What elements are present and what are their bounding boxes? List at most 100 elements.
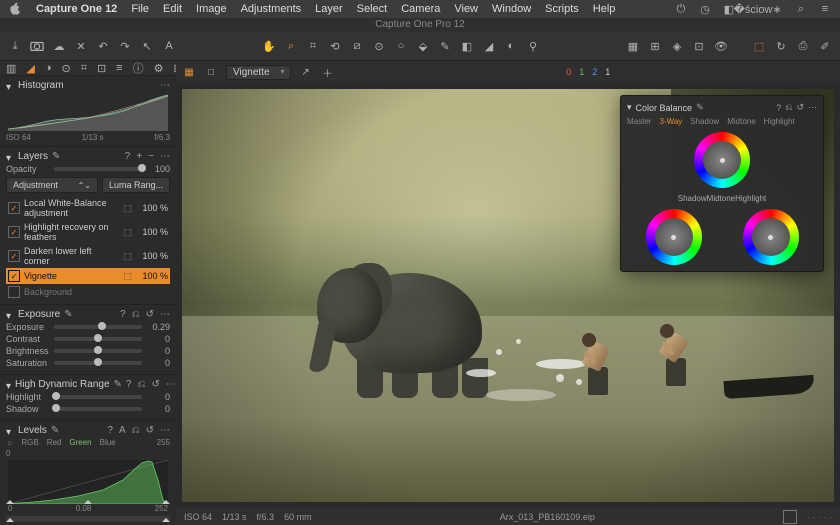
clock-icon[interactable]: ◷ — [698, 2, 712, 16]
panel-copy-icon[interactable]: ⎌ — [132, 425, 140, 436]
panel-auto-icon[interactable]: A — [119, 425, 126, 436]
panel-reset-icon[interactable]: ↺ — [796, 102, 804, 113]
keystone-icon[interactable]: ⧄ — [350, 39, 364, 53]
panel-menu-icon[interactable]: ⋯ — [808, 102, 817, 113]
power-icon[interactable]: ⏻ — [674, 2, 688, 16]
levels-graph[interactable] — [6, 460, 170, 504]
gradient-icon[interactable]: ◢ — [482, 39, 496, 53]
panel-menu-icon[interactable]: ⋯ — [166, 379, 176, 390]
details-tab-icon[interactable]: ⊡ — [97, 61, 106, 75]
levels-tab-red[interactable]: Red — [47, 438, 62, 447]
redo-icon[interactable]: ↷ — [118, 39, 132, 53]
grid2-icon[interactable]: ⊞ — [648, 39, 662, 53]
menu-select[interactable]: Select — [357, 3, 388, 15]
cb-wheel-highlight[interactable] — [743, 209, 799, 265]
panel-help-icon[interactable]: ? — [120, 309, 126, 320]
levels-ch-icon[interactable]: ☼ — [6, 438, 13, 447]
cursor-icon[interactable]: ↖ — [140, 39, 154, 53]
chevron-down-icon[interactable]: ▾ — [6, 381, 11, 389]
panel-menu-icon[interactable]: ⋯ — [160, 151, 170, 162]
pan-icon[interactable]: ✋ — [262, 39, 276, 53]
menu-adjustments[interactable]: Adjustments — [241, 3, 302, 15]
panel-help-icon[interactable]: ? — [126, 379, 132, 390]
exposure-slider[interactable] — [54, 325, 142, 329]
output-tab-icon[interactable]: ⚙ — [154, 61, 164, 75]
panel-reset-icon[interactable]: ↺ — [146, 309, 154, 320]
zoom-icon[interactable]: ⌕ — [284, 39, 298, 53]
menu-window[interactable]: Window — [492, 3, 531, 15]
layer-item[interactable]: Background — [6, 284, 170, 300]
chevron-down-icon[interactable]: ▾ — [627, 102, 632, 113]
export-icon[interactable]: ⬚ — [752, 39, 766, 53]
panel-copy-icon[interactable]: ⎌ — [132, 309, 140, 320]
layer-mask-icon[interactable]: ⬚ — [123, 227, 132, 238]
status-rating[interactable]: · · · · · — [807, 512, 832, 522]
panel-reset-icon[interactable]: ↺ — [151, 379, 159, 390]
brightness-slider[interactable] — [54, 349, 142, 353]
menu-image[interactable]: Image — [196, 3, 227, 15]
contrast-slider[interactable] — [54, 337, 142, 341]
layer-mask-icon[interactable]: ⬚ — [123, 271, 132, 282]
print-icon[interactable]: ⎙ — [796, 39, 810, 53]
panel-copy-icon[interactable]: ⎌ — [785, 102, 792, 113]
saturation-value[interactable]: 0 — [146, 358, 170, 368]
levels-out-mid[interactable]: 0.08 — [76, 504, 92, 513]
brightness-value[interactable]: 0 — [146, 346, 170, 356]
circle-icon[interactable]: ○ — [394, 39, 408, 53]
eraser-icon[interactable]: ◧ — [460, 39, 474, 53]
mask-brush-icon[interactable]: ⬙ — [416, 39, 430, 53]
cb-wheel-shadow[interactable] — [646, 209, 702, 265]
bluetooth-icon[interactable]: ∗ — [770, 2, 784, 16]
radial-icon[interactable]: ◐ — [504, 39, 518, 53]
layer-mask-icon[interactable]: ⬚ — [123, 251, 132, 262]
menu-view[interactable]: View — [454, 3, 478, 15]
camera-icon[interactable] — [30, 39, 44, 53]
layer-item[interactable]: Darken lower left corner⬚100 % — [6, 244, 170, 268]
layer-mask-icon[interactable]: ⬚ — [123, 203, 132, 214]
cb-tab-midtone[interactable]: Midtone — [727, 117, 755, 126]
app-name[interactable]: Capture One 12 — [36, 3, 117, 15]
crop-icon[interactable]: ⌗ — [306, 39, 320, 53]
cb-tab-shadow[interactable]: Shadow — [690, 117, 719, 126]
opacity-slider[interactable] — [54, 167, 142, 171]
layer-item[interactable]: Local White-Balance adjustment⬚100 % — [6, 196, 170, 220]
status-color-tag[interactable] — [783, 510, 797, 524]
cb-tab-3way[interactable]: 3-Way — [659, 117, 682, 126]
layer-type-select[interactable]: Adjustment⌃⌄ — [6, 177, 98, 193]
cloud-icon[interactable]: ☁ — [52, 39, 66, 53]
library-tab-icon[interactable]: ▥ — [6, 61, 16, 75]
panel-help-icon[interactable]: ? — [776, 103, 781, 113]
cb-tab-highlight[interactable]: Highlight — [764, 117, 795, 126]
undo-icon[interactable]: ↶ — [96, 39, 110, 53]
picker-icon[interactable]: ⚲ — [526, 39, 540, 53]
edit-icon[interactable]: ✐ — [818, 39, 832, 53]
layer-checkbox[interactable] — [8, 286, 20, 298]
color-tab-icon[interactable]: ◑ — [45, 61, 52, 75]
viewer-add-icon[interactable]: ＋ — [321, 65, 335, 79]
crop-tab-icon[interactable]: ⌗ — [81, 61, 87, 75]
exposure-tab-icon[interactable]: ◢ — [26, 61, 34, 75]
levels-tab-rgb[interactable]: RGB — [21, 438, 38, 447]
spot-icon[interactable]: ⊙ — [372, 39, 386, 53]
menu-edit[interactable]: Edit — [163, 3, 182, 15]
viewer-single-icon[interactable]: □ — [204, 65, 218, 79]
panel-help-icon[interactable]: ? — [107, 425, 113, 436]
shadow-value[interactable]: 0 — [146, 404, 170, 414]
search-icon[interactable]: ⌕ — [794, 2, 808, 16]
panel-reset-icon[interactable]: ↺ — [146, 425, 154, 436]
proof-icon[interactable]: 👁 — [714, 39, 728, 53]
layer-checkbox[interactable] — [8, 226, 20, 238]
menu-extra-icon[interactable]: ≡ — [818, 2, 832, 16]
menu-layer[interactable]: Layer — [315, 3, 343, 15]
opacity-value[interactable]: 100 — [146, 164, 170, 174]
panel-menu-icon[interactable]: ⋯ — [160, 80, 170, 91]
clipping-icon[interactable]: ◈ — [670, 39, 684, 53]
rotate-icon[interactable]: ⟲ — [328, 39, 342, 53]
layer-item[interactable]: Highlight recovery on feathers⬚100 % — [6, 220, 170, 244]
viewer-arrow-icon[interactable]: ↗ — [299, 65, 313, 79]
layer-dropdown[interactable]: Vignette — [226, 65, 291, 80]
viewer-grid-icon[interactable]: ▦ — [182, 65, 196, 79]
menu-help[interactable]: Help — [593, 3, 616, 15]
chevron-down-icon[interactable]: ▾ — [6, 427, 14, 435]
chevron-down-icon[interactable]: ▾ — [6, 82, 14, 90]
